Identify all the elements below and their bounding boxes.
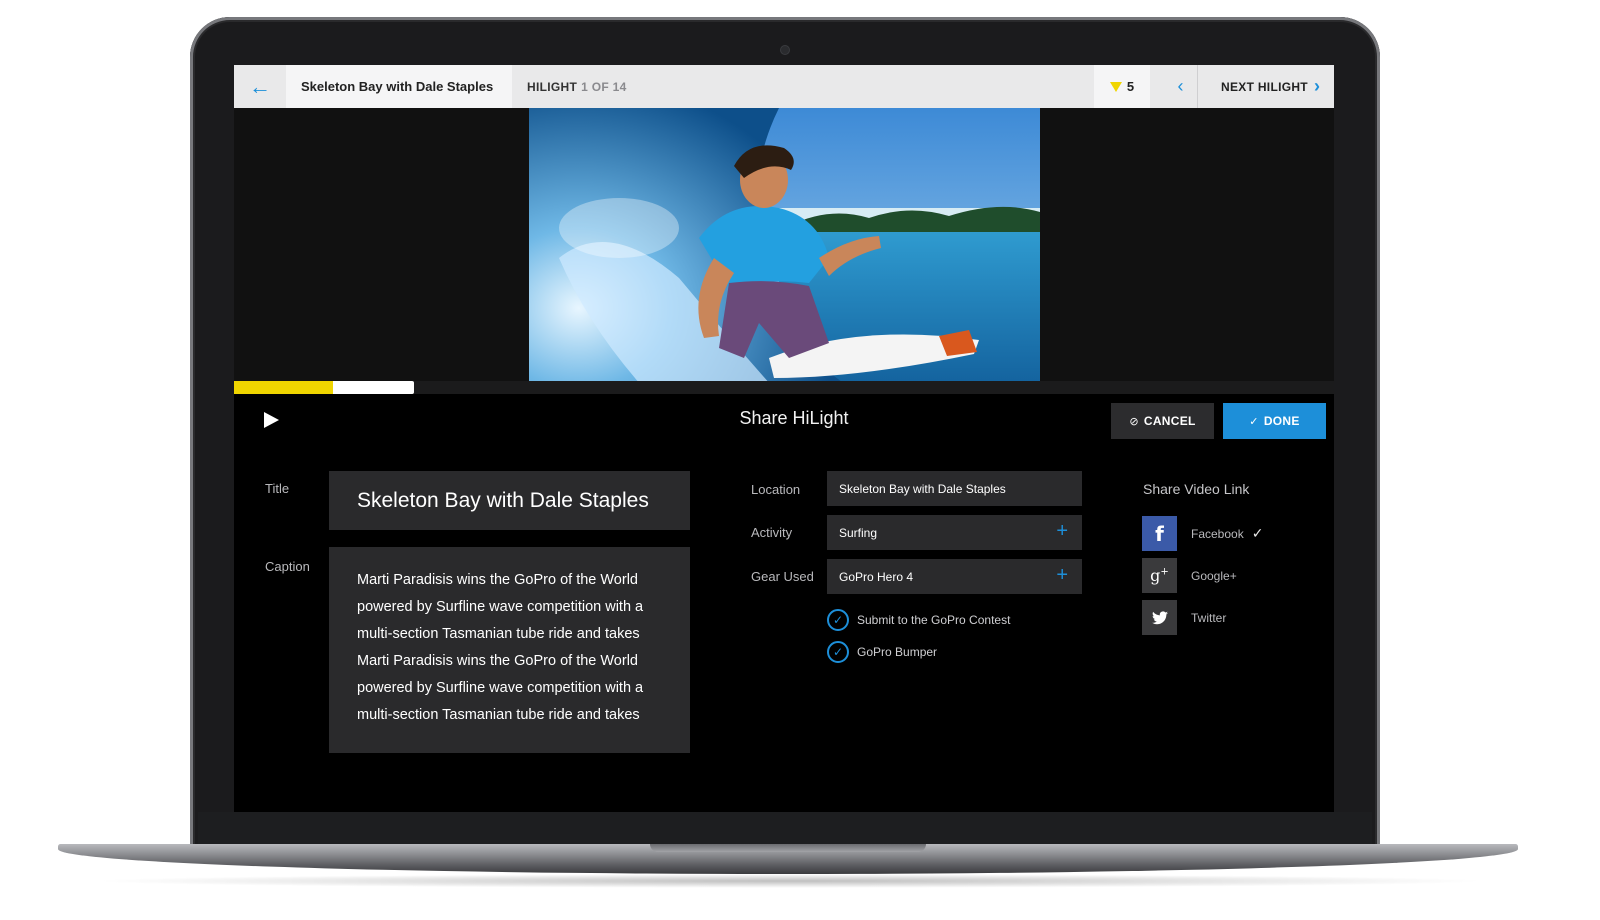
add-activity-icon[interactable]: + <box>1056 521 1068 541</box>
gear-label: Gear Used <box>751 569 814 584</box>
arrow-left-icon: ← <box>249 73 271 99</box>
next-hilight-label: NEXT HILIGHT <box>1221 79 1308 94</box>
hilight-counter: HILIGHT 1 OF 14 <box>527 65 627 108</box>
location-input[interactable]: Skeleton Bay with Dale Staples <box>827 471 1082 506</box>
video-still <box>529 108 1040 394</box>
title-input[interactable]: Skeleton Bay with Dale Staples <box>329 471 690 530</box>
play-icon[interactable] <box>264 412 279 428</box>
caption-line: Marti Paradisis wins the GoPro of the Wo… <box>357 572 638 588</box>
laptop-shadow <box>90 874 1490 888</box>
activity-value: Surfing <box>839 525 878 540</box>
share-network-label: Google+ <box>1191 568 1237 583</box>
caption-line: powered by Surfline wave competition wit… <box>357 680 644 696</box>
checkbox-checked-icon[interactable]: ✓ <box>827 609 849 631</box>
hilight-marker-icon <box>1109 81 1122 92</box>
share-twitter[interactable]: Twitter <box>1142 600 1226 635</box>
video-frame[interactable] <box>529 108 1040 394</box>
caption-line: multi-section Tasmanian tube ride and ta… <box>357 707 640 723</box>
laptop-base <box>58 844 1518 874</box>
share-network-label: Twitter <box>1191 610 1227 625</box>
next-hilight-button[interactable]: NEXT HILIGHT › <box>1221 65 1320 108</box>
cancel-button[interactable]: ⊘ CANCEL <box>1111 403 1214 439</box>
previous-hilight-button[interactable]: ‹ <box>1164 65 1198 108</box>
google-plus-icon[interactable]: g+ <box>1142 558 1177 593</box>
caption-textarea[interactable]: Marti Paradisis wins the GoPro of the Wo… <box>329 547 690 753</box>
done-label: DONE <box>1263 414 1300 428</box>
video-player[interactable] <box>234 108 1334 394</box>
caption-line: multi-section Tasmanian tube ride and ta… <box>357 626 640 642</box>
progress-played <box>234 381 333 394</box>
twitter-bird-glyph <box>1151 610 1168 624</box>
selected-check-icon: ✓ <box>1251 525 1264 541</box>
activity-label: Activity <box>751 525 793 540</box>
top-bar: ← Skeleton Bay with Dale Staples HILIGHT… <box>234 65 1334 108</box>
bumper-checkbox-row[interactable]: ✓ GoPro Bumper <box>827 641 937 663</box>
chevron-right-icon: › <box>1313 76 1321 96</box>
hilight-count-badge[interactable]: 5 <box>1094 65 1150 108</box>
add-gear-icon[interactable]: + <box>1056 565 1068 585</box>
contest-checkbox-row[interactable]: ✓ Submit to the GoPro Contest <box>827 609 1010 631</box>
bumper-checkbox-label: GoPro Bumper <box>857 645 938 659</box>
gear-value: GoPro Hero 4 <box>839 569 914 584</box>
caption-line: Marti Paradisis wins the GoPro of the Wo… <box>357 653 638 669</box>
checkmark-icon: ✓ <box>1249 415 1259 428</box>
twitter-icon[interactable] <box>1142 600 1177 635</box>
hilight-label: HILIGHT <box>527 79 578 94</box>
hilight-position: 1 OF 14 <box>581 79 627 94</box>
back-button[interactable]: ← <box>234 65 286 108</box>
gear-field[interactable]: GoPro Hero 4 + <box>827 559 1082 594</box>
title-label: Title <box>265 481 290 496</box>
caption-line: powered by Surfline wave competition wit… <box>357 599 644 615</box>
checkbox-checked-icon[interactable]: ✓ <box>827 641 849 663</box>
laptop-hinge-notch <box>650 844 926 852</box>
webcam <box>781 46 789 54</box>
progress-buffered <box>333 381 414 394</box>
contest-checkbox-label: Submit to the GoPro Contest <box>857 613 1011 627</box>
share-facebook[interactable]: f Facebook ✓ <box>1142 516 1263 551</box>
done-button[interactable]: ✓ DONE <box>1223 403 1326 439</box>
chevron-left-icon: ‹ <box>1177 76 1184 96</box>
share-network-label: Facebook <box>1191 526 1244 541</box>
video-title: Skeleton Bay with Dale Staples <box>286 65 512 108</box>
hilight-count: 5 <box>1126 79 1135 94</box>
share-heading: Share Video Link <box>1143 481 1250 497</box>
app-screen: ← Skeleton Bay with Dale Staples HILIGHT… <box>234 65 1334 825</box>
cancel-icon: ⊘ <box>1129 415 1139 428</box>
laptop-lid: ← Skeleton Bay with Dale Staples HILIGHT… <box>190 17 1380 852</box>
activity-field[interactable]: Surfing + <box>827 515 1082 550</box>
caption-label: Caption <box>265 559 310 574</box>
share-title: Share HiLight <box>739 408 849 428</box>
location-label: Location <box>751 482 801 497</box>
cancel-label: CANCEL <box>1143 414 1196 428</box>
share-google-plus[interactable]: g+ Google+ <box>1142 558 1237 593</box>
facebook-icon[interactable]: f <box>1142 516 1177 551</box>
